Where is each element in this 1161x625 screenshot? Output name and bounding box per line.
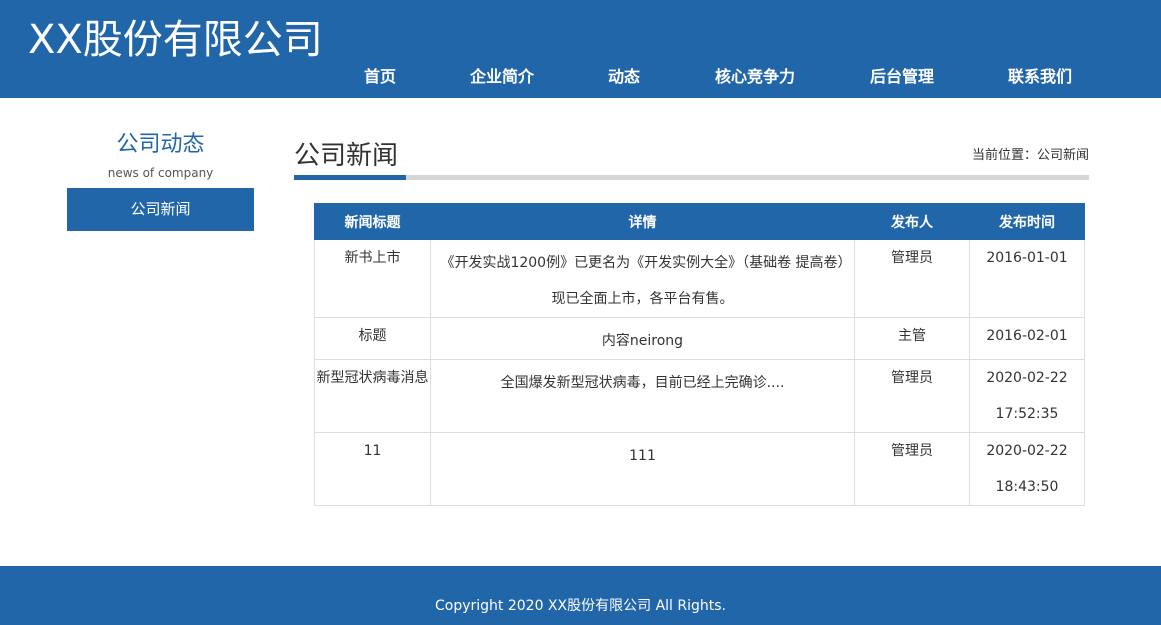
cell-author: 管理员 bbox=[854, 432, 970, 506]
table-row[interactable]: 新型冠状病毒消息 全国爆发新型冠状病毒，目前已经上完确诊.... 管理员 202… bbox=[314, 359, 1085, 433]
cell-author: 主管 bbox=[854, 317, 970, 360]
cell-author: 管理员 bbox=[854, 359, 970, 433]
nav-item-admin[interactable]: 后台管理 bbox=[870, 62, 934, 92]
cell-title: 标题 bbox=[314, 317, 431, 360]
breadcrumb: 当前位置：公司新闻 bbox=[971, 148, 1089, 163]
site-header: XX股份有限公司 首页 企业简介 动态 核心竞争力 后台管理 联系我们 bbox=[0, 0, 1161, 98]
nav-item-news[interactable]: 动态 bbox=[608, 62, 640, 92]
cell-title: 新型冠状病毒消息 bbox=[314, 359, 431, 433]
column-header-author: 发布人 bbox=[854, 203, 970, 240]
column-header-title: 新闻标题 bbox=[314, 203, 431, 240]
cell-detail: 111 bbox=[430, 432, 855, 506]
site-footer: Copyright 2020 XX股份有限公司 All Rights. bbox=[0, 566, 1161, 625]
cell-time: 2016-02-01 bbox=[969, 317, 1085, 360]
cell-title: 新书上市 bbox=[314, 239, 431, 318]
table-row[interactable]: 标题 内容neirong 主管 2016-02-01 bbox=[314, 317, 1085, 360]
nav-item-about[interactable]: 企业简介 bbox=[470, 62, 534, 92]
site-logo[interactable]: XX股份有限公司 bbox=[28, 14, 323, 66]
cell-author: 管理员 bbox=[854, 239, 970, 318]
cell-time: 2020-02-22 18:43:50 bbox=[969, 432, 1085, 506]
cell-time: 2020-02-22 17:52:35 bbox=[969, 359, 1085, 433]
cell-detail: 全国爆发新型冠状病毒，目前已经上完确诊.... bbox=[430, 359, 855, 433]
column-header-time: 发布时间 bbox=[969, 203, 1085, 240]
table-row[interactable]: 11 111 管理员 2020-02-22 18:43:50 bbox=[314, 432, 1085, 506]
copyright-text: Copyright 2020 XX股份有限公司 All Rights. bbox=[435, 598, 726, 614]
page-title: 公司新闻 bbox=[294, 141, 399, 171]
main-nav: 首页 企业简介 动态 核心竞争力 后台管理 联系我们 bbox=[0, 62, 1161, 92]
cell-detail: 内容neirong bbox=[430, 317, 855, 360]
sidebar-item-company-news[interactable]: 公司新闻 bbox=[67, 188, 254, 231]
cell-title: 11 bbox=[314, 432, 431, 506]
cell-detail: 《开发实战1200例》已更名为《开发实例大全》（基础卷 提高卷）现已全面上市，各… bbox=[430, 239, 855, 318]
column-header-detail: 详情 bbox=[430, 203, 855, 240]
nav-item-competence[interactable]: 核心竞争力 bbox=[715, 62, 795, 92]
nav-item-home[interactable]: 首页 bbox=[364, 62, 396, 92]
title-divider bbox=[294, 175, 1089, 180]
sidebar-subtitle: news of company bbox=[107, 166, 214, 180]
sidebar-title: 公司动态 bbox=[116, 132, 205, 157]
cell-time: 2016-01-01 bbox=[969, 239, 1085, 318]
table-header-row: 新闻标题 详情 发布人 发布时间 bbox=[314, 203, 1085, 240]
title-divider-accent bbox=[294, 175, 406, 180]
nav-item-contact[interactable]: 联系我们 bbox=[1008, 62, 1072, 92]
table-row[interactable]: 新书上市 《开发实战1200例》已更名为《开发实例大全》（基础卷 提高卷）现已全… bbox=[314, 239, 1085, 318]
news-table: 新闻标题 详情 发布人 发布时间 新书上市 《开发实战1200例》已更名为《开发… bbox=[314, 203, 1085, 506]
